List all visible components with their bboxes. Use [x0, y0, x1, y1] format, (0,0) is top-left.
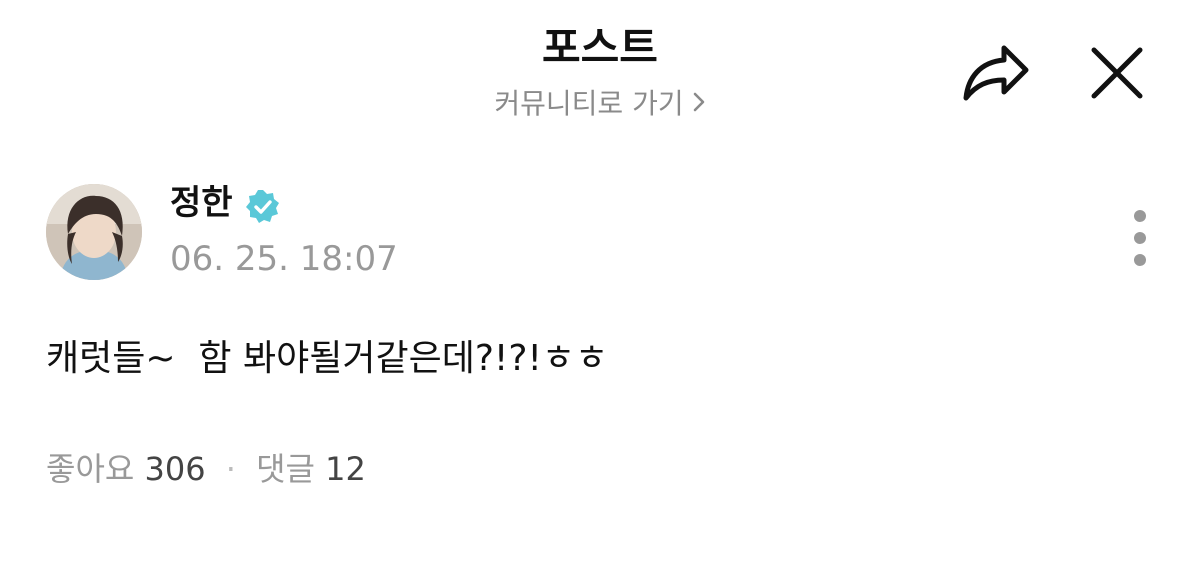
verified-badge	[244, 188, 282, 226]
share-button[interactable]	[960, 40, 1032, 106]
post-body: 캐럿들~ 함 봐야될거같은데?!?!ㅎㅎ	[46, 338, 609, 379]
post-stats: 좋아요 306 · 댓글 12	[46, 446, 366, 492]
author-name[interactable]: 정한	[170, 180, 233, 226]
likes-label[interactable]: 좋아요	[46, 450, 134, 488]
more-vertical-icon	[1134, 210, 1146, 266]
comments-count: 12	[325, 450, 366, 488]
verified-badge-icon	[246, 190, 279, 223]
stats-separator: ·	[225, 450, 236, 488]
likes-count: 306	[144, 450, 206, 488]
close-button[interactable]	[1086, 42, 1148, 104]
avatar[interactable]	[46, 184, 142, 280]
post-timestamp: 06. 25. 18:07	[170, 239, 398, 279]
community-link-label: 커뮤니티로 가기	[494, 87, 684, 120]
close-icon	[1091, 47, 1143, 99]
comments-label[interactable]: 댓글	[256, 450, 315, 488]
more-options-button[interactable]	[1118, 206, 1162, 272]
chevron-right-icon	[692, 84, 706, 124]
share-arrow-icon	[963, 45, 1029, 101]
